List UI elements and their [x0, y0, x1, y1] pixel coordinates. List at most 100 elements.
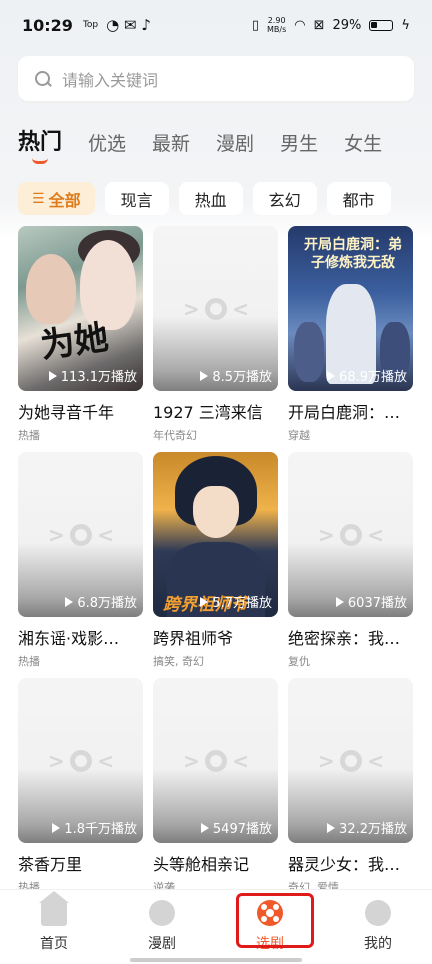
poster-image[interactable]: 为她 113.1万播放 — [18, 226, 143, 391]
card-title[interactable]: 为她寻音千年 — [18, 399, 143, 423]
chip-fantasy[interactable]: 玄幻 — [252, 182, 317, 215]
poster-placeholder[interactable]: > < 6037播放 — [288, 452, 413, 617]
poster-image[interactable]: 跨界祖师爷 5.7万播放 — [153, 452, 278, 617]
play-count: 6.8万播放 — [65, 592, 137, 611]
nav-label: 选剧 — [256, 936, 284, 952]
comic-icon — [149, 900, 175, 926]
chip-modern-romance[interactable]: 现言 — [104, 182, 169, 215]
poster-image[interactable]: 开局白鹿洞：弟子修炼我无敌 68.9万播放 — [288, 226, 413, 391]
net-speed-value: 2.90 — [267, 16, 286, 25]
play-icon — [65, 596, 74, 607]
net-speed-unit: MB/s — [267, 25, 287, 34]
bottom-nav: 首页 漫剧 选剧 我的 — [0, 889, 432, 964]
placeholder-logo-icon: > < — [318, 523, 384, 547]
tab-latest[interactable]: 最新 — [152, 129, 190, 156]
play-count: 68.9万播放 — [327, 366, 407, 385]
drama-card[interactable]: > < 6037播放 绝密探亲：我… 复仇 — [288, 452, 413, 678]
card-title[interactable]: 1927 三湾来信 — [153, 399, 278, 423]
drama-card[interactable]: 为她 113.1万播放 为她寻音千年 热播 — [18, 226, 143, 452]
play-count-text: 1.8千万播放 — [64, 822, 137, 837]
chip-urban[interactable]: 都市 — [326, 182, 391, 215]
search-placeholder: 请输入关键词 — [62, 70, 159, 90]
card-title[interactable]: 头等舱相亲记 — [153, 851, 278, 875]
drama-card[interactable]: > < 32.2万播放 器灵少女：我… 奇幻, 爱情 — [288, 678, 413, 904]
drama-card[interactable]: > < 6.8万播放 湘东谣·戏影… 热播 — [18, 452, 143, 678]
play-icon — [335, 596, 344, 607]
notification-icons: ◔ ✉ ♪ — [106, 16, 151, 34]
net-speed: 2.90 MB/s — [267, 16, 286, 34]
placeholder-logo-icon: > < — [183, 297, 249, 321]
poster-title-art: 开局白鹿洞：弟子修炼我无敌 — [304, 237, 402, 271]
tab-female[interactable]: 女生 — [344, 129, 382, 156]
card-title[interactable]: 器灵少女：我… — [288, 851, 413, 875]
genre-chips: ☰ 全部 现言 热血 玄幻 都市 — [18, 182, 391, 215]
gesture-bar — [130, 958, 302, 962]
play-count: 1.8千万播放 — [52, 818, 137, 837]
search-input[interactable]: 请输入关键词 — [18, 56, 414, 101]
card-tag: 搞笑, 奇幻 — [153, 655, 204, 668]
search-icon — [34, 70, 52, 88]
play-icon — [200, 370, 209, 381]
drama-card[interactable]: 跨界祖师爷 5.7万播放 跨界祖师爷 搞笑, 奇幻 — [153, 452, 278, 678]
card-tag: 热播 — [18, 429, 40, 442]
drama-card[interactable]: > < 1.8千万播放 茶香万里 热播 — [18, 678, 143, 904]
tab-preferred[interactable]: 优选 — [88, 129, 126, 156]
tab-comic[interactable]: 漫剧 — [216, 129, 254, 156]
chip-hot-blood[interactable]: 热血 — [178, 182, 243, 215]
placeholder-logo-icon: > < — [183, 749, 249, 773]
status-bar: 10:29 Top ◔ ✉ ♪ ▯ 2.90 MB/s ◠ ⊠ 29% ϟ — [0, 0, 432, 50]
profile-icon — [365, 900, 391, 926]
card-title[interactable]: 绝密探亲：我… — [288, 625, 413, 649]
chip-all[interactable]: ☰ 全部 — [18, 182, 95, 215]
play-count: 32.2万播放 — [327, 818, 407, 837]
placeholder-logo-icon: > < — [318, 749, 384, 773]
home-icon — [39, 891, 69, 926]
card-title[interactable]: 开局白鹿洞：弟子修炼我无敌 — [288, 399, 413, 423]
play-count-text: 6.8万播放 — [77, 596, 137, 611]
play-icon — [327, 370, 336, 381]
play-count-text: 32.2万播放 — [339, 822, 407, 837]
active-tab-indicator — [32, 158, 48, 164]
drama-card[interactable]: > < 5497播放 头等舱相亲记 逆袭 — [153, 678, 278, 904]
poster-placeholder[interactable]: > < 1.8千万播放 — [18, 678, 143, 843]
category-tabs: 热门 优选 最新 漫剧 男生 女生 — [18, 124, 408, 164]
nav-label: 我的 — [364, 936, 392, 952]
nav-select-drama[interactable]: 选剧 — [216, 890, 324, 964]
play-count-text: 5497播放 — [212, 822, 272, 837]
play-count: 6037播放 — [335, 592, 407, 611]
wifi-icon: ◠ — [294, 17, 306, 33]
play-icon — [327, 822, 336, 833]
play-count: 5.7万播放 — [200, 592, 272, 611]
poster-art — [193, 486, 239, 538]
tab-hot[interactable]: 热门 — [18, 124, 62, 164]
nav-label: 漫剧 — [148, 936, 176, 952]
card-title[interactable]: 湘东谣·戏影… — [18, 625, 143, 649]
play-icon — [52, 822, 61, 833]
card-title[interactable]: 跨界祖师爷 — [153, 625, 278, 649]
play-count: 5497播放 — [200, 818, 272, 837]
nav-home[interactable]: 首页 — [0, 890, 108, 964]
poster-placeholder[interactable]: > < 8.5万播放 — [153, 226, 278, 391]
nav-comic[interactable]: 漫剧 — [108, 890, 216, 964]
clock: 10:29 — [22, 15, 73, 35]
chip-label: 全部 — [48, 190, 81, 210]
poster-placeholder[interactable]: > < 32.2万播放 — [288, 678, 413, 843]
play-icon — [200, 822, 209, 833]
drama-card[interactable]: > < 8.5万播放 1927 三湾来信 年代奇幻 — [153, 226, 278, 452]
play-count-text: 5.7万播放 — [212, 596, 272, 611]
poster-placeholder[interactable]: > < 5497播放 — [153, 678, 278, 843]
play-count-text: 6037播放 — [347, 596, 407, 611]
poster-placeholder[interactable]: > < 6.8万播放 — [18, 452, 143, 617]
poster-title-art: 为她 — [38, 317, 111, 367]
tab-male[interactable]: 男生 — [280, 129, 318, 156]
app-notification-label: Top — [82, 20, 99, 30]
film-reel-icon — [257, 900, 283, 926]
nav-label: 首页 — [40, 936, 68, 952]
play-count: 113.1万播放 — [48, 366, 137, 385]
nav-profile[interactable]: 我的 — [324, 890, 432, 964]
card-title[interactable]: 茶香万里 — [18, 851, 143, 875]
drama-card[interactable]: 开局白鹿洞：弟子修炼我无敌 68.9万播放 开局白鹿洞：弟子修炼我无敌 穿越 — [288, 226, 413, 452]
placeholder-logo-icon: > < — [48, 523, 114, 547]
charging-icon: ϟ — [401, 17, 410, 33]
poster-art — [294, 322, 324, 382]
